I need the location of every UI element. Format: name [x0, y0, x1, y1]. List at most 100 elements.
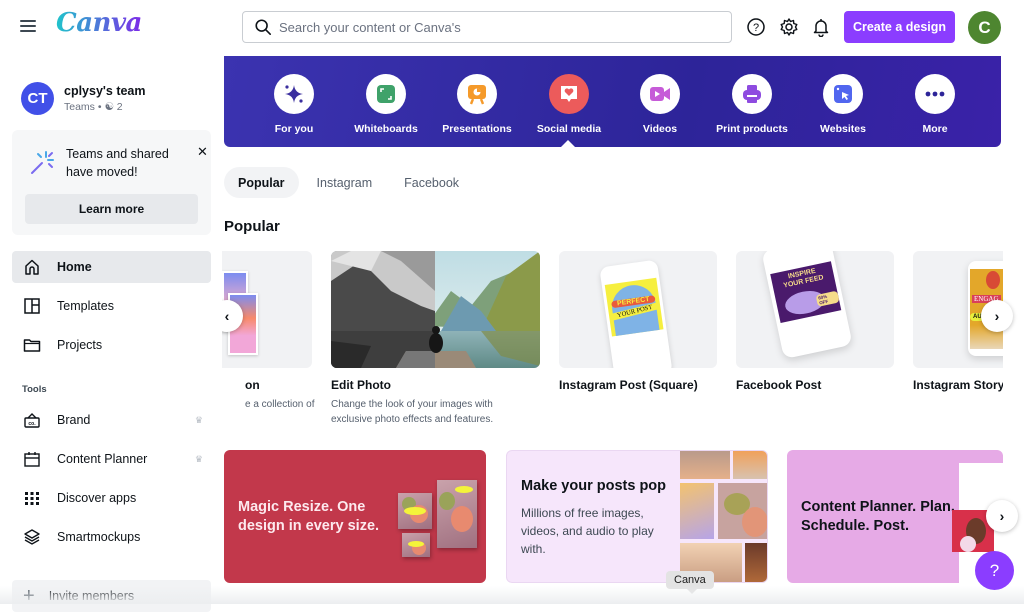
banner-make-posts-pop[interactable]: Make your posts pop Millions of free ima… — [506, 450, 768, 583]
chevron-left-icon: ‹ — [224, 308, 230, 324]
banner-next-button[interactable]: › — [986, 500, 1018, 532]
members-icon: ☯ — [104, 101, 114, 113]
resize-preview-image — [437, 480, 477, 548]
banner-content-planner[interactable]: Content Planner. Plan. Schedule. Post. — [787, 450, 1003, 583]
create-design-button[interactable]: Create a design — [844, 11, 955, 43]
notifications-icon[interactable] — [811, 17, 831, 37]
help-fab-button[interactable]: ? — [975, 551, 1014, 590]
resize-preview-image — [398, 493, 432, 529]
sidebar-item-label: Smartmockups — [57, 530, 141, 544]
sidebar-item-brand[interactable]: co. Brand ♛ — [12, 404, 211, 436]
help-icon[interactable]: ? — [746, 17, 766, 37]
design-card[interactable]: on e a collection of — [222, 251, 315, 412]
category-for-you[interactable]: For you — [248, 74, 340, 135]
category-bar: For you Whiteboards Presentations Social… — [224, 56, 1001, 147]
sidebar-item-label: Home — [57, 260, 92, 274]
instagram-post-thumbnail: PERFECT YOUR POST — [559, 251, 717, 368]
close-icon[interactable]: ✕ — [197, 144, 208, 160]
card-description: e a collection of — [245, 399, 315, 410]
tab-instagram[interactable]: Instagram — [303, 167, 387, 198]
design-card-facebook-post[interactable]: INSPIRE YOUR FEED 60% OFF Facebook Post — [736, 251, 894, 392]
sidebar-item-projects[interactable]: Projects — [12, 329, 211, 361]
chevron-right-icon: › — [999, 508, 1005, 524]
team-type: Teams • — [64, 101, 105, 113]
sidebar-item-home[interactable]: Home — [12, 251, 211, 283]
heart-message-icon — [549, 74, 589, 114]
sidebar-item-label: Brand — [57, 413, 91, 427]
card-title: Facebook Post — [736, 378, 822, 392]
whiteboard-icon — [366, 74, 406, 114]
svg-text:co.: co. — [28, 421, 36, 427]
invite-members-button[interactable]: + Invite members — [12, 580, 211, 612]
category-label: Whiteboards — [354, 123, 418, 135]
presentation-icon — [457, 74, 497, 114]
apps-grid-icon — [23, 489, 41, 507]
stock-photo — [733, 451, 767, 479]
category-more[interactable]: More — [889, 74, 981, 135]
website-cursor-icon — [823, 74, 863, 114]
category-label: More — [922, 123, 948, 135]
category-print-products[interactable]: Print products — [706, 74, 798, 135]
category-whiteboards[interactable]: Whiteboards — [340, 74, 432, 135]
edit-photo-thumbnail — [331, 251, 540, 368]
team-switcher[interactable]: CT cplysy's team Teams • ☯ 2 — [21, 82, 146, 115]
crown-icon: ♛ — [194, 453, 203, 464]
stock-photo — [745, 543, 767, 582]
sidebar-item-label: Content Planner — [57, 452, 148, 466]
invite-members-label: Invite members — [48, 589, 135, 603]
banner-title: Make your posts pop — [521, 478, 667, 494]
dock-tooltip: Canva — [666, 571, 714, 594]
tools-heading: Tools — [22, 384, 47, 395]
category-label: Presentations — [442, 123, 512, 135]
folder-icon — [23, 336, 41, 354]
video-camera-icon — [640, 74, 680, 114]
top-bar: Canva ? Create a design C — [0, 0, 1024, 56]
notice-message: Teams and shared have moved! — [66, 147, 169, 179]
sidebar-item-content-planner[interactable]: Content Planner ♛ — [12, 443, 211, 475]
sidebar-item-smartmockups[interactable]: Smartmockups — [12, 521, 211, 553]
team-subtitle: Teams • ☯ 2 — [64, 101, 146, 113]
sidebar-item-templates[interactable]: Templates — [12, 290, 211, 322]
settings-icon[interactable] — [779, 17, 799, 37]
sparkle-icon — [274, 74, 314, 114]
sidebar-item-label: Projects — [57, 338, 103, 352]
search-input[interactable] — [279, 19, 719, 35]
active-category-pointer — [561, 140, 575, 147]
card-description: Change the look of your images with excl… — [331, 399, 494, 425]
member-count: 2 — [116, 101, 123, 113]
banner-text: Millions of free images, videos, and aud… — [521, 506, 654, 556]
sidebar-item-label: Templates — [57, 299, 114, 313]
design-card-edit-photo[interactable]: Edit Photo Change the look of your image… — [331, 251, 540, 427]
svg-text:?: ? — [753, 22, 759, 34]
section-title: Popular — [224, 218, 280, 235]
card-title: Edit Photo — [331, 378, 391, 392]
learn-more-button[interactable]: Learn more — [25, 194, 198, 224]
category-label: Print products — [716, 123, 788, 135]
carousel-next-button[interactable]: › — [981, 300, 1013, 332]
tab-popular[interactable]: Popular — [224, 167, 299, 198]
category-presentations[interactable]: Presentations — [431, 74, 523, 135]
design-card-instagram-post[interactable]: PERFECT YOUR POST Instagram Post (Square… — [559, 251, 717, 392]
category-videos[interactable]: Videos — [614, 74, 706, 135]
sidebar-item-label: Discover apps — [57, 491, 137, 505]
tab-facebook[interactable]: Facebook — [390, 167, 473, 198]
search-bar[interactable] — [242, 11, 732, 43]
crown-icon: ♛ — [194, 414, 203, 425]
lake-photo — [331, 251, 540, 368]
stock-photo — [680, 451, 730, 479]
stock-photo — [718, 483, 767, 539]
sidebar-item-discover-apps[interactable]: Discover apps — [12, 482, 211, 514]
sparkle-wand-icon — [31, 151, 54, 174]
main-content: For you Whiteboards Presentations Social… — [222, 56, 1024, 604]
category-social-media[interactable]: Social media — [523, 74, 615, 135]
canva-logo[interactable]: Canva — [56, 8, 142, 38]
category-websites[interactable]: Websites — [797, 74, 889, 135]
user-avatar[interactable]: C — [968, 11, 1001, 44]
category-label: Websites — [820, 123, 866, 135]
team-name: cplysy's team — [64, 84, 146, 98]
templates-icon — [23, 297, 41, 315]
banner-text: Content Planner. Plan. Schedule. Post. — [801, 499, 955, 534]
menu-icon[interactable] — [20, 17, 36, 37]
printer-icon — [732, 74, 772, 114]
banner-magic-resize[interactable]: Magic Resize. One design in every size. — [224, 450, 486, 583]
